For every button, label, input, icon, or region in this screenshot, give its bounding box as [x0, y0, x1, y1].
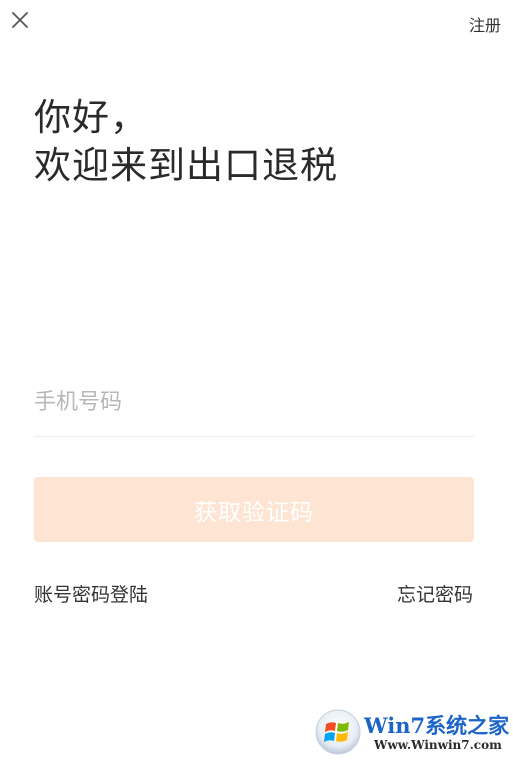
- greeting-line-1: 你好，: [34, 96, 148, 139]
- forgot-password-link[interactable]: 忘记密码: [397, 580, 473, 607]
- get-verification-code-button[interactable]: 获取验证码: [34, 477, 474, 542]
- register-link[interactable]: 注册: [469, 12, 501, 36]
- account-password-login-link[interactable]: 账号密码登陆: [34, 580, 148, 607]
- close-button[interactable]: [6, 8, 34, 36]
- watermark-url: Www.Winwin7.com: [374, 738, 502, 752]
- greeting-heading: 你好， 欢迎来到出口退税: [34, 94, 338, 190]
- windows-logo-icon: [314, 708, 362, 756]
- watermark: Win7系统之家 Www.Winwin7.com: [314, 708, 510, 756]
- close-icon: [10, 10, 30, 34]
- greeting-line-2: 欢迎来到出口退税: [34, 144, 338, 187]
- phone-number-input[interactable]: [34, 382, 474, 422]
- watermark-title: Win7系统之家: [364, 713, 510, 738]
- phone-field-container: [34, 382, 474, 437]
